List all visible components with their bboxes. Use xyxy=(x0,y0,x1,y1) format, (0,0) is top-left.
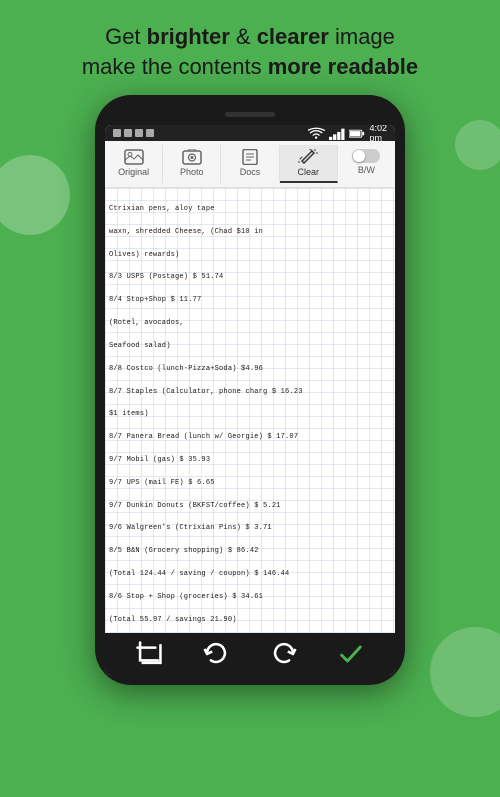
hw-line-10: 8/7 Panera Bread (lunch w/ Georgie) $ 17… xyxy=(109,432,391,443)
bg-circle-right-top xyxy=(455,120,500,170)
header-clearer: clearer xyxy=(257,24,329,49)
bw-toggle[interactable] xyxy=(352,149,380,163)
hw-line-15: 8/5 B&N (Grocery shopping) $ 86.42 xyxy=(109,546,391,557)
status-icon2 xyxy=(124,129,132,137)
note-area: Ctrixian pens, aloy tape waxn, shredded … xyxy=(105,188,395,633)
rotate-right-button[interactable] xyxy=(270,640,298,668)
phone-screen: 4:02 pm Original xyxy=(105,125,395,675)
hw-line-11: 9/7 Mobil (gas) $ 35.93 xyxy=(109,455,391,466)
toolbar: Original Photo xyxy=(105,141,395,188)
battery-icon xyxy=(349,129,365,138)
status-icon4 xyxy=(146,129,154,137)
phone-top-bar xyxy=(105,105,395,123)
phone-speaker xyxy=(225,112,275,117)
toolbar-item-docs[interactable]: Docs xyxy=(221,145,279,183)
status-icon3 xyxy=(135,129,143,137)
hw-line-18: (Total 55.97 / savings 21.90) xyxy=(109,615,391,626)
toggle-knob xyxy=(353,150,365,162)
header-line1: Get brighter & clearer image xyxy=(20,22,480,52)
toolbar-docs-label: Docs xyxy=(240,167,261,177)
toolbar-item-clear[interactable]: Clear xyxy=(280,145,338,183)
check-button[interactable] xyxy=(337,640,365,668)
photo-icon xyxy=(182,149,202,165)
status-left-icons xyxy=(113,129,154,137)
phone: 4:02 pm Original xyxy=(95,95,405,685)
handwriting-content: Ctrixian pens, aloy tape waxn, shredded … xyxy=(109,192,391,633)
hw-line-14: 9/6 Walgreen's (Ctrixian Pins) $ 3.71 xyxy=(109,523,391,534)
signal-icon xyxy=(329,127,345,140)
header-brighter: brighter xyxy=(147,24,230,49)
wifi-icon xyxy=(308,127,324,140)
toolbar-clear-label: Clear xyxy=(297,167,319,177)
hw-line-16: (Total 124.44 / saving / coupon) $ 146.4… xyxy=(109,569,391,580)
toolbar-item-original[interactable]: Original xyxy=(105,145,163,183)
docs-icon xyxy=(240,149,260,165)
header-line2: make the contents more readable xyxy=(20,52,480,82)
hw-line-2: Olives) rewards) xyxy=(109,250,391,261)
hw-line-3: 8/3 USPS (Postage) $ 51.74 xyxy=(109,272,391,283)
notification-icon xyxy=(113,129,121,137)
hw-line-17: 8/6 Stop + Shop (groceries) $ 34.61 xyxy=(109,592,391,603)
hw-line-7: 8/8 Costco (lunch-Pizza+Soda) $4.96 xyxy=(109,364,391,375)
hw-line-4: 8/4 Stop+Shop $ 11.77 xyxy=(109,295,391,306)
toolbar-item-bw[interactable]: B/W xyxy=(338,145,395,183)
crop-button[interactable] xyxy=(135,640,163,668)
hw-line-6: Seafood salad) xyxy=(109,341,391,352)
status-bar: 4:02 pm xyxy=(105,125,395,141)
hw-line-5: (Rotel, avocados, xyxy=(109,318,391,329)
phone-wrapper: 4:02 pm Original xyxy=(0,95,500,685)
toolbar-item-photo[interactable]: Photo xyxy=(163,145,221,183)
grid-paper: Ctrixian pens, aloy tape waxn, shredded … xyxy=(105,188,395,633)
original-icon xyxy=(124,149,144,165)
hw-line-8: 8/7 Staples (Calculator, phone charg $ 1… xyxy=(109,387,391,398)
wand-icon xyxy=(298,149,318,165)
toolbar-original-label: Original xyxy=(118,167,149,177)
hw-line-1: waxn, shredded Cheese, (Chad $10 in xyxy=(109,227,391,238)
header-text: Get brighter & clearer image make the co… xyxy=(0,0,500,95)
toolbar-photo-label: Photo xyxy=(180,167,204,177)
rotate-left-button[interactable] xyxy=(202,640,230,668)
hw-line-0: Ctrixian pens, aloy tape xyxy=(109,204,391,215)
hw-line-13: 9/7 Dunkin Donuts (BKFST/coffee) $ 5.21 xyxy=(109,501,391,512)
bottom-bar xyxy=(105,633,395,675)
hw-line-12: 9/7 UPS (mail FE) $ 6.65 xyxy=(109,478,391,489)
hw-line-9: $1 items) xyxy=(109,409,391,420)
toolbar-bw-label: B/W xyxy=(358,165,375,175)
header-more-readable: more readable xyxy=(268,54,418,79)
